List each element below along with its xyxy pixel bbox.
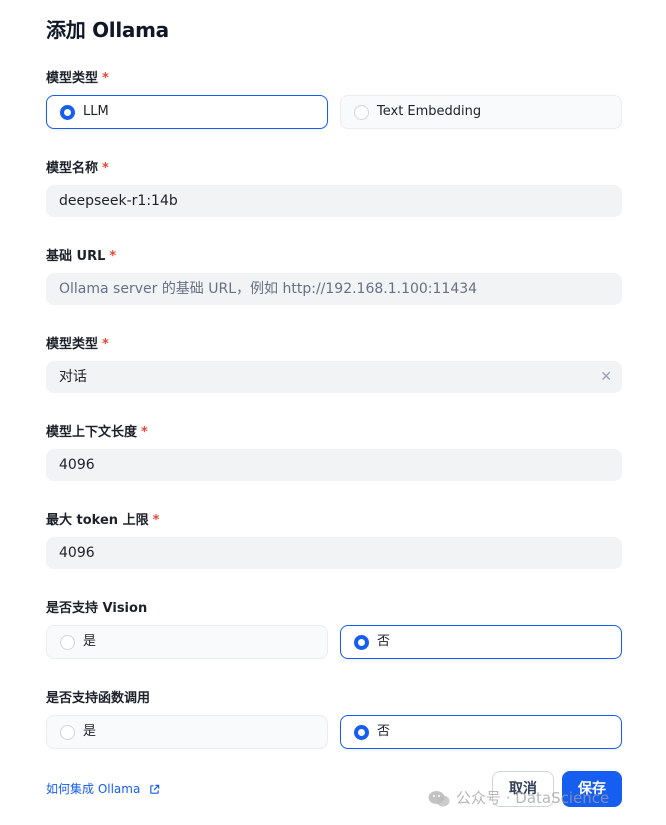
- completion-type-select[interactable]: 对话 ✕: [46, 361, 622, 393]
- radio-checked-icon: [60, 105, 75, 120]
- model-name-input[interactable]: deepseek-r1:14b: [46, 185, 622, 217]
- required-mark: *: [102, 161, 109, 176]
- required-mark: *: [152, 513, 160, 528]
- radio-checked-icon: [354, 635, 369, 650]
- context-length-input[interactable]: 4096: [46, 449, 622, 481]
- watermark: 公众号 · DataScience: [428, 787, 609, 809]
- model-type-option-llm[interactable]: LLM: [46, 95, 328, 129]
- function-call-group: 是 否: [0, 715, 666, 749]
- function-call-option-no[interactable]: 否: [340, 715, 622, 749]
- required-mark: *: [141, 425, 148, 440]
- function-call-option-yes[interactable]: 是: [46, 715, 328, 749]
- base-url-input[interactable]: Ollama server 的基础 URL，例如 http://192.168.…: [46, 273, 622, 305]
- radio-checked-icon: [354, 725, 369, 740]
- clear-icon[interactable]: ✕: [600, 361, 612, 393]
- vision-support-label: 是否支持 Vision: [46, 601, 148, 616]
- model-type-option-text-embedding[interactable]: Text Embedding: [340, 95, 622, 129]
- model-type-group: LLM Text Embedding: [0, 95, 666, 129]
- wechat-logo-icon: [428, 790, 450, 806]
- vision-option-no[interactable]: 否: [340, 625, 622, 659]
- required-mark: *: [109, 249, 117, 264]
- radio-unchecked-icon: [60, 635, 75, 650]
- dialog-title: 添加 Ollama: [46, 18, 169, 42]
- completion-type-label: 模型类型 *: [46, 337, 109, 352]
- external-link-icon: [150, 784, 160, 794]
- context-length-label: 模型上下文长度 *: [46, 425, 148, 440]
- max-tokens-input[interactable]: 4096: [46, 537, 622, 569]
- completion-type-value: 对话: [59, 369, 87, 385]
- radio-unchecked-icon: [60, 725, 75, 740]
- required-mark: *: [102, 337, 109, 352]
- vision-option-yes[interactable]: 是: [46, 625, 328, 659]
- required-mark: *: [102, 71, 109, 86]
- max-tokens-label: 最大 token 上限 *: [46, 513, 160, 528]
- base-url-label: 基础 URL *: [46, 249, 117, 264]
- radio-unchecked-icon: [354, 105, 369, 120]
- help-link[interactable]: 如何集成 Ollama: [46, 781, 160, 797]
- function-call-label: 是否支持函数调用: [46, 691, 151, 706]
- vision-support-group: 是 否: [0, 625, 666, 659]
- model-name-label: 模型名称 *: [46, 161, 109, 176]
- model-type-label: 模型类型 *: [46, 71, 109, 86]
